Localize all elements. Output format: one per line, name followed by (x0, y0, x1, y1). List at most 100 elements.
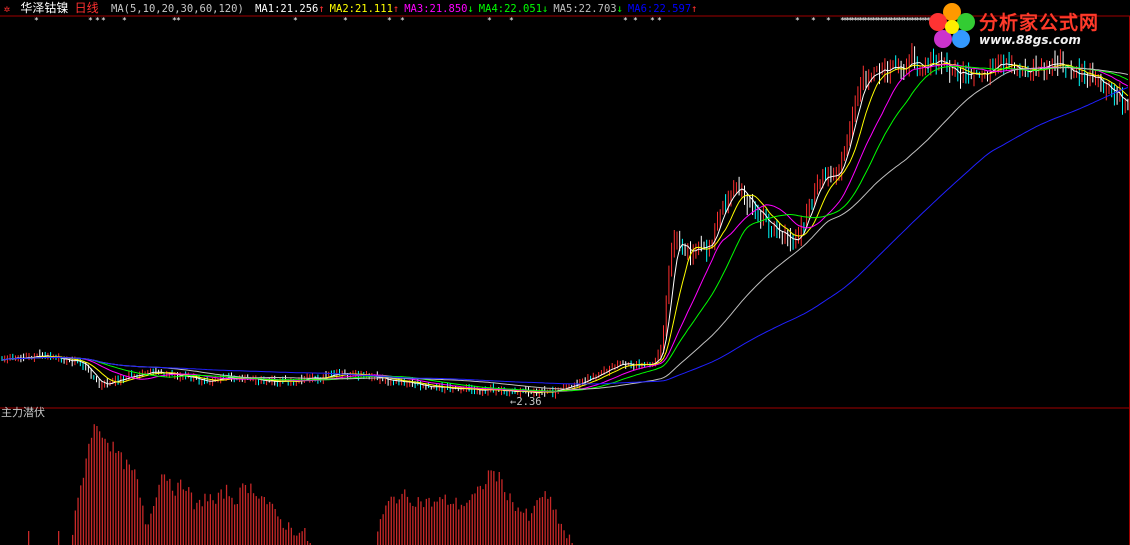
watermark: 分析家公式网 www.88gs.com (927, 2, 1122, 52)
indicator-bar (555, 509, 557, 545)
indicator-bar (236, 504, 238, 545)
indicator-bar (444, 494, 446, 545)
indicator-bar (196, 502, 198, 545)
indicator-bar (463, 506, 465, 545)
indicator-bar (447, 504, 449, 545)
ma-item-6: MA6: 22.597↑ (627, 3, 698, 15)
ma-item-1: MA1: 21.256↑ (255, 3, 325, 15)
indicator-bar (80, 485, 82, 545)
indicator-bar (506, 500, 508, 545)
indicator-bar (101, 437, 103, 545)
indicator-bar (288, 522, 290, 545)
indicator-bar (466, 502, 468, 545)
indicator-bar (285, 529, 287, 545)
indicator-bar (382, 514, 384, 545)
indicator-bar (495, 481, 498, 545)
indicator-bar (458, 509, 460, 545)
ma4-line (2, 65, 1129, 392)
arrow-down-icon: ↓ (542, 3, 549, 15)
arrow-down-icon: ↓ (467, 3, 474, 15)
indicator-bar (228, 496, 230, 545)
indicator-bar (547, 498, 549, 545)
indicator-bar (441, 499, 444, 545)
indicator-bar (541, 497, 544, 545)
indicator-bar (301, 531, 303, 545)
indicator-bar (509, 493, 511, 545)
indicator-bar (174, 495, 176, 545)
indicator-bar (153, 506, 155, 545)
indicator-bar (271, 503, 274, 545)
indicator-bar (450, 504, 452, 545)
indicator-bar (120, 452, 122, 545)
marker: * (633, 16, 638, 25)
indicator-bar (252, 493, 255, 545)
ma-item-3: MA3: 21.850↓ (404, 3, 474, 15)
marker: * (95, 16, 100, 25)
indicator-bar (234, 504, 236, 545)
indicator-title: 主力潜伏 (1, 406, 45, 419)
marker: * (343, 16, 348, 25)
indicator-bar (242, 483, 244, 545)
indicator-bar (155, 497, 157, 545)
indicator-bar (512, 502, 514, 545)
indicator-bar (433, 501, 436, 545)
indicator-bar (531, 513, 533, 545)
indicator-bar (525, 508, 527, 545)
indicator-bar (126, 459, 128, 545)
indicator-bar (304, 528, 306, 545)
indicator-bar (533, 505, 535, 545)
marker: * (293, 16, 298, 25)
indicator-bar (425, 498, 427, 545)
kline-chart[interactable]: * * * * * * * * * * * * * * * * * * * * ********************… (0, 0, 1130, 545)
indicator-bar (261, 496, 263, 545)
indicator-bar (387, 501, 390, 545)
indicator-bar (274, 509, 276, 545)
indicator-bar (393, 496, 395, 545)
indicator-bar (431, 506, 433, 545)
ma1-line (2, 60, 1129, 394)
watermark-url: www.88gs.com (979, 33, 1081, 47)
indicator-bar (169, 478, 171, 545)
indicator-bar (117, 451, 120, 545)
arrow-down-icon: ↓ (616, 3, 623, 15)
indicator-bar (396, 503, 398, 545)
ma2-line (2, 62, 1129, 393)
indicator-bar (498, 472, 500, 545)
indicator-bar (88, 443, 90, 545)
indicator-bar (239, 487, 241, 545)
stock-icon: ✲ (3, 3, 11, 15)
indicator-bar (147, 524, 149, 545)
indicator-bar (158, 484, 160, 545)
indicator-bar (190, 492, 193, 545)
marker: * (176, 16, 181, 25)
indicator-bar (134, 469, 136, 545)
indicator-bar (563, 530, 565, 545)
indicator-bar (247, 493, 249, 545)
indicator-bar (58, 531, 60, 545)
indicator-bar (74, 510, 76, 545)
indicator-bar (436, 501, 438, 545)
indicator-bar (96, 426, 98, 545)
indicator-bar (490, 470, 492, 545)
indicator-bar (552, 509, 554, 545)
indicator-bar (398, 499, 400, 545)
indicator-bar (180, 479, 182, 545)
marker: * (34, 16, 39, 25)
marker: * (650, 16, 655, 25)
stock-name: 华泽钴镍 (20, 1, 69, 15)
indicator-bar (255, 496, 257, 545)
indicator-bar (198, 499, 201, 545)
flower-logo-icon (929, 3, 975, 48)
chart-window[interactable]: * * * * * * * * * * * * * * * * * * * * * * * * * * * * * * * * * * * * * * * *… (0, 0, 1130, 545)
marker: * (826, 16, 831, 25)
indicator-bar (163, 474, 166, 545)
indicator-bar (82, 477, 85, 545)
indicator-bar (258, 498, 260, 545)
candlesticks (1, 43, 1129, 399)
indicator-bar (225, 484, 228, 545)
indicator-bar (109, 451, 112, 545)
arrow-up-icon: ↑ (318, 3, 325, 15)
indicator-bar (231, 497, 233, 545)
period-label[interactable]: 日线 (75, 0, 99, 16)
indicator-bar (150, 513, 152, 545)
